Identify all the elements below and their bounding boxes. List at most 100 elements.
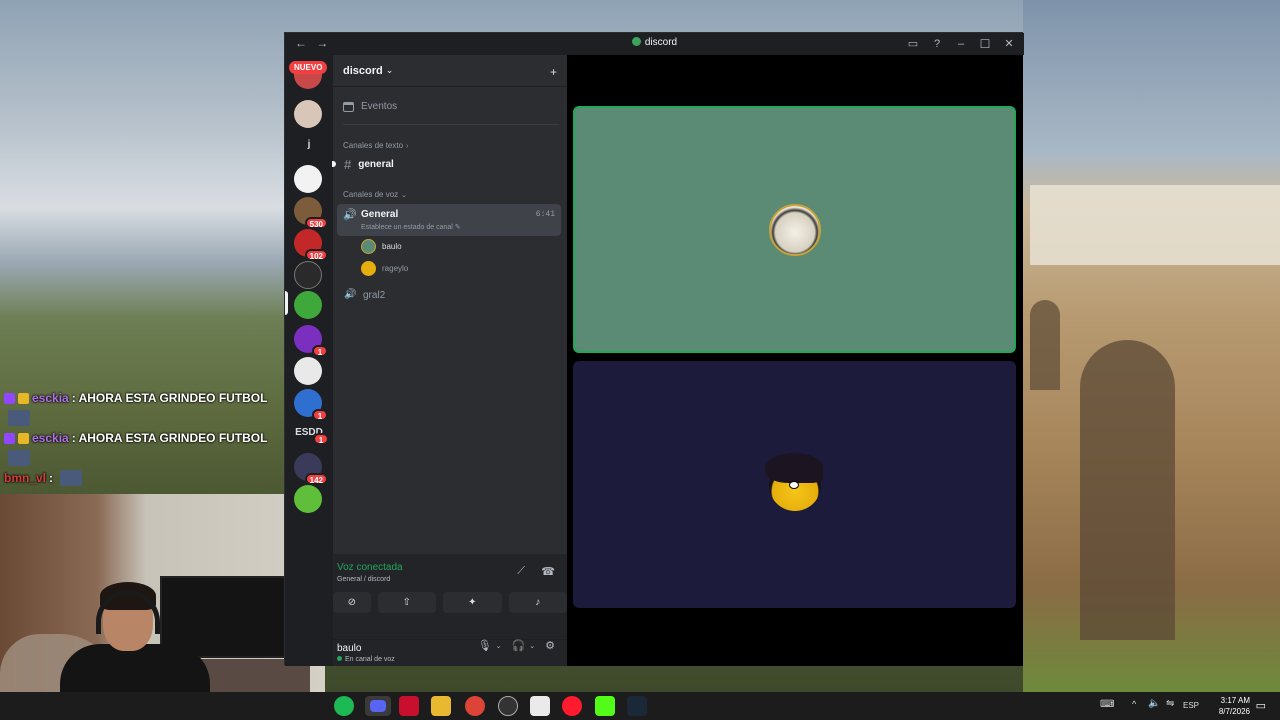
spotify-icon[interactable]	[334, 696, 354, 716]
webcam-feed	[0, 494, 325, 720]
server-icon[interactable]	[294, 261, 322, 289]
chevron-down-icon: ⌄	[385, 65, 394, 75]
wallpaper-bridge-arch	[1080, 340, 1175, 640]
participant-avatar	[768, 203, 821, 256]
channel-name: general	[358, 158, 394, 170]
voice-member[interactable]: baulo	[361, 237, 402, 255]
voice-location[interactable]: General / discord	[337, 576, 390, 583]
voice-channel-name: General	[361, 209, 399, 220]
voice-member[interactable]: rageylo	[361, 259, 408, 277]
user-panel: baulo En canal de voz 🎙 ⌄ 🎧 ⌄ ⚙	[333, 640, 567, 666]
events-label: Eventos	[361, 101, 398, 112]
discord-icon	[370, 700, 386, 712]
activities-button[interactable]: ✦	[443, 592, 502, 613]
noise-suppression-icon[interactable]: ⟋	[517, 565, 525, 578]
mention-badge: 530	[304, 217, 328, 229]
app-icon[interactable]	[530, 696, 550, 716]
chat-username: esckia	[32, 431, 69, 445]
inbox-icon[interactable]: ▭	[902, 36, 924, 52]
emote-icon	[8, 450, 30, 466]
wallpaper-buildings	[1030, 185, 1280, 265]
chevron-up-icon[interactable]: ^	[1132, 699, 1136, 709]
server-icon[interactable]	[294, 165, 322, 193]
window-title-text: discord	[644, 37, 678, 48]
user-status: En canal de voz	[337, 656, 395, 663]
events-item[interactable]: Eventos	[343, 101, 397, 112]
category-text-channels[interactable]: Canales de texto ›	[343, 141, 408, 150]
call-duration: 6:41	[535, 210, 555, 219]
chat-username: esckia	[32, 391, 69, 405]
clock-time: 3:17 AM	[1220, 696, 1250, 705]
obs-icon[interactable]	[498, 696, 518, 716]
participant-tile[interactable]	[573, 361, 1016, 608]
server-header[interactable]: discord ⌄ +	[333, 55, 567, 87]
chat-message: : AHORA ESTA GRINDEO FUTBOL	[71, 391, 268, 405]
camera-off-button[interactable]: ⊘	[333, 592, 371, 613]
server-icon[interactable]: 1	[294, 389, 328, 421]
title-bar: ← → discord ▭ ? – ☐ ✕	[285, 33, 1024, 55]
language-indicator[interactable]: ESP	[1183, 701, 1199, 710]
server-icon[interactable]: 530	[294, 197, 328, 229]
soundboard-button[interactable]: ♪	[508, 592, 567, 613]
chat-line: bmn_vl :	[0, 468, 285, 488]
channel-status[interactable]: Establece un estado de canal ✎	[361, 223, 461, 231]
chat-line: esckia : AHORA ESTA GRINDEO FUTBOL	[0, 428, 285, 448]
avatar-hair	[764, 452, 823, 483]
server-icon[interactable]: 102	[294, 229, 328, 261]
steam-icon[interactable]	[627, 696, 647, 716]
help-icon[interactable]: ?	[926, 36, 948, 52]
microphone-icon[interactable]: 🎙	[478, 639, 492, 652]
maximize-button[interactable]: ☐	[974, 36, 996, 52]
category-voice-channels[interactable]: Canales de voz ⌄	[343, 190, 407, 199]
notification-icon[interactable]: ▭	[1256, 699, 1266, 712]
server-icon[interactable]: 142	[294, 453, 328, 485]
opera-icon[interactable]	[562, 696, 582, 716]
unread-indicator	[332, 161, 336, 167]
folder-icon[interactable]	[431, 696, 451, 716]
screen-share-button[interactable]: ⇧	[377, 592, 437, 613]
close-button[interactable]: ✕	[998, 36, 1020, 52]
nuevo-badge: NUEVO	[289, 61, 328, 74]
speaker-icon: 🔊	[343, 209, 357, 221]
clock[interactable]: 3:17 AM 8/7/2026	[1200, 695, 1250, 717]
chrome-icon[interactable]	[465, 696, 485, 716]
channel-general[interactable]: # general	[332, 154, 561, 174]
kick-icon[interactable]	[595, 696, 615, 716]
server-icon[interactable]: 1	[294, 325, 328, 357]
chat-line	[0, 448, 285, 468]
network-icon[interactable]: ⇋	[1166, 698, 1174, 709]
mention-badge: 1	[312, 345, 328, 357]
window-controls: ▭ ? – ☐ ✕	[902, 36, 1020, 52]
voice-stage	[567, 55, 1023, 666]
gear-icon[interactable]: ⚙	[545, 639, 555, 652]
video-editor-icon[interactable]	[399, 696, 419, 716]
speaker-icon[interactable]: 🔈	[1148, 698, 1160, 709]
voice-channel-gral2[interactable]: 🔊 gral2	[341, 285, 561, 305]
chat-line	[0, 408, 285, 428]
server-icon[interactable]	[294, 100, 322, 128]
chevron-down-icon[interactable]: ⌄	[496, 642, 502, 650]
mention-badge: 142	[304, 473, 328, 485]
channel-name: gral2	[363, 289, 386, 301]
keyboard-icon[interactable]: ⌨	[1100, 699, 1114, 710]
discord-taskbar-button[interactable]	[365, 696, 391, 716]
minimize-button[interactable]: –	[950, 36, 972, 52]
chevron-right-icon: ›	[406, 143, 409, 150]
add-member-icon[interactable]: +	[550, 65, 557, 79]
username[interactable]: baulo	[337, 643, 361, 654]
headphones-icon[interactable]: 🎧	[512, 639, 526, 652]
disconnect-icon[interactable]: ☎	[541, 565, 555, 578]
crown-badge-icon	[18, 392, 29, 404]
participant-tile-speaking[interactable]	[573, 106, 1016, 353]
server-icon[interactable]	[294, 357, 322, 385]
chevron-down-icon[interactable]: ⌄	[529, 642, 535, 650]
voice-channel-general[interactable]: 🔊 General Establece un estado de canal ✎…	[337, 204, 561, 236]
server-icon[interactable]	[294, 291, 322, 319]
stream-chat-overlay: esckia : AHORA ESTA GRINDEO FUTBOL escki…	[0, 388, 285, 488]
clock-date: 8/7/2026	[1218, 707, 1250, 716]
server-text-icon[interactable]: j	[293, 139, 325, 150]
selected-server-pill	[285, 291, 288, 315]
member-name: rageylo	[382, 263, 409, 273]
server-icon[interactable]	[294, 485, 322, 513]
voice-status: Voz conectada	[337, 562, 403, 573]
